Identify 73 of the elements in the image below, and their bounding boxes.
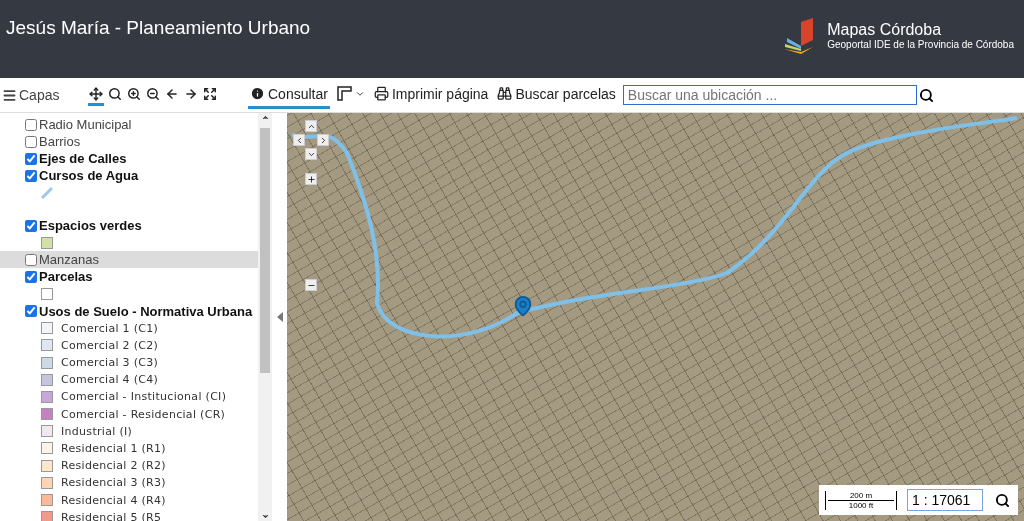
layer-checkbox[interactable] <box>25 270 37 283</box>
legend-label: Comercial 3 (C3) <box>61 356 159 370</box>
scale-bar: 200 m 1000 ft <box>825 490 897 510</box>
layer-label: Espacios verdes <box>39 218 142 234</box>
layer-checkbox[interactable] <box>25 152 37 165</box>
scrollbar[interactable] <box>258 113 272 521</box>
layer-item[interactable]: Barrios <box>0 133 258 150</box>
layer-checkbox[interactable] <box>25 135 37 148</box>
scale-field[interactable]: 1 : 17061 <box>907 489 983 511</box>
pan-up-button[interactable] <box>305 120 317 132</box>
search-icon <box>995 492 1010 508</box>
printer-icon <box>373 86 389 101</box>
zoom-out-icon <box>146 86 160 101</box>
legend-label: Residencial 1 (R1) <box>61 441 166 455</box>
layer-checkbox[interactable] <box>25 169 37 182</box>
page-title: Jesús María - Planeamiento Urbano <box>6 17 311 39</box>
layer-checkbox[interactable] <box>25 253 37 266</box>
layer-checkbox[interactable] <box>25 118 37 131</box>
layer-item[interactable]: Parcelas <box>0 268 258 286</box>
layers-button[interactable]: Capas <box>0 87 88 103</box>
triangle-left-icon <box>276 312 283 322</box>
search-icon <box>108 86 122 101</box>
layer-label: Manzanas <box>39 252 99 268</box>
legend-label: Residencial 2 (R2) <box>61 459 166 473</box>
legend-label: Residencial 4 (R4) <box>61 493 166 507</box>
legend-label: Industrial (I) <box>61 424 133 438</box>
pan-left-button[interactable] <box>293 134 305 146</box>
legend-label: Comercial - Institucional (CI) <box>61 390 227 404</box>
search-parcels-button[interactable]: Buscar parcelas <box>495 81 618 109</box>
legend-label: Comercial - Residencial (CR) <box>61 407 226 421</box>
zoom-in-button[interactable] <box>305 173 317 185</box>
layer-label: Usos de Suelo - Normativa Urbana <box>39 303 253 319</box>
layer-item[interactable]: Ejes de Calles <box>0 150 258 167</box>
layer-label: Barrios <box>39 134 81 149</box>
legend-label: Residencial 3 (R3) <box>61 476 166 490</box>
scrollbar-thumb[interactable] <box>260 128 270 373</box>
logo-title: Mapas Córdoba <box>827 21 943 39</box>
legend-label: Comercial 1 (C1) <box>61 321 159 335</box>
layer-checkbox[interactable] <box>25 219 37 232</box>
layer-item[interactable]: Cursos de Agua <box>0 167 258 184</box>
consult-button[interactable]: Consultar <box>248 81 330 109</box>
binoculars-icon <box>497 86 513 101</box>
layer-label: Radio Municipal <box>39 117 132 132</box>
scroll-up-icon <box>260 113 270 122</box>
location-search-field[interactable]: Buscar una ubicación ... <box>622 85 917 105</box>
scroll-down-icon <box>260 512 270 521</box>
info-icon <box>250 86 265 101</box>
legend-label: Comercial 4 (C4) <box>61 373 159 387</box>
layer-label: Parcelas <box>39 269 93 285</box>
arrow-left-icon <box>165 86 179 101</box>
print-button[interactable]: Imprimir página <box>371 81 491 109</box>
pan-right-button[interactable] <box>317 134 329 146</box>
logo-subtitle: Geoportal IDE de la Provincia de Córdoba <box>827 39 1014 51</box>
menu-icon <box>2 87 17 103</box>
expand-icon <box>203 86 217 101</box>
layer-label: Ejes de Calles <box>39 151 127 166</box>
pan-down-button[interactable] <box>305 148 317 160</box>
plus-icon <box>306 174 316 184</box>
zoom-out-button[interactable] <box>305 279 317 291</box>
layer-label: Cursos de Agua <box>39 168 139 183</box>
map-pin-icon[interactable] <box>512 295 534 317</box>
satellite-map-placeholder[interactable]: 200 m 1000 ft 1 : 17061 <box>287 113 1024 521</box>
legend-label: Comercial 2 (C2) <box>61 338 159 352</box>
zoom-in-icon <box>127 86 141 101</box>
layer-item[interactable]: Espacios verdes <box>0 217 258 235</box>
layer-item[interactable]: Manzanas <box>0 251 258 269</box>
layer-item[interactable]: Radio Municipal <box>0 116 258 133</box>
pan-icon <box>89 86 103 101</box>
arrow-right-icon <box>184 86 198 101</box>
search-icon <box>918 87 934 103</box>
ruler-corner-icon <box>336 86 352 101</box>
layer-checkbox[interactable] <box>25 305 37 318</box>
layer-item[interactable]: Usos de Suelo - Normativa Urbana <box>0 302 258 320</box>
